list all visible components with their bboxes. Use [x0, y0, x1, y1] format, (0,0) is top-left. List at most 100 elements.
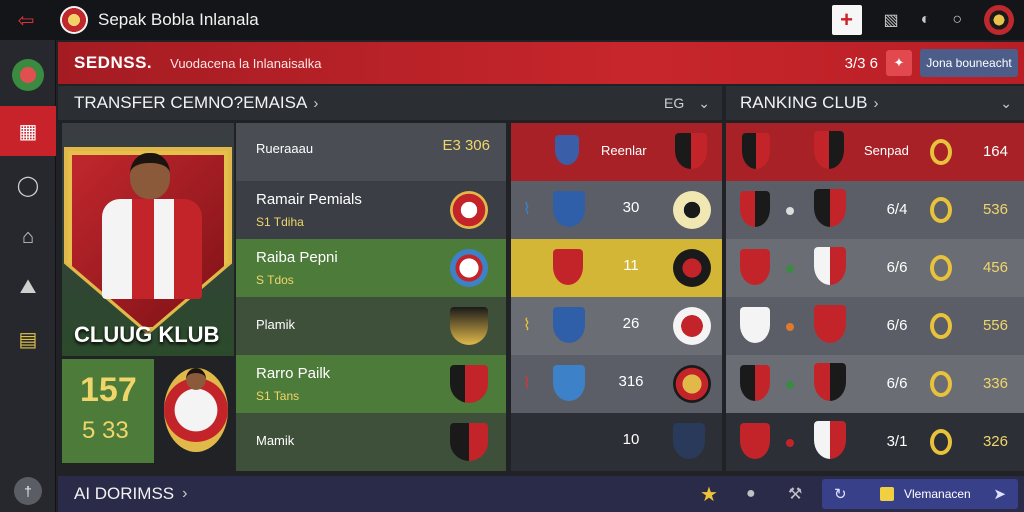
- match-score: 3/1: [886, 433, 908, 450]
- table-row[interactable]: 3/1 326: [726, 413, 1024, 471]
- banner-subtitle: Vuodacena la Inlanaisalka: [170, 55, 322, 71]
- table-row[interactable]: 6/6 456: [726, 239, 1024, 297]
- score-value: 10: [622, 431, 640, 448]
- player-sub: S1 Tans: [256, 389, 300, 403]
- table-header-row: Reenlar: [511, 123, 722, 181]
- list-item[interactable]: Ramair Pemials S1 Tdiha: [236, 181, 506, 239]
- star-icon[interactable]: ★: [700, 482, 718, 507]
- player-name: Mamik: [256, 433, 295, 448]
- player-name: Plamik: [256, 317, 296, 332]
- points-value: 336: [982, 375, 1008, 392]
- player-name: Rueraaau: [256, 141, 314, 156]
- info-icon[interactable]: ○: [952, 11, 962, 29]
- list-item[interactable]: Rueraaau E3 306: [236, 123, 506, 181]
- status-dot: [786, 439, 794, 447]
- table-row[interactable]: ⌇ 316: [511, 355, 722, 413]
- panel-label: Vlemanacen: [904, 487, 971, 501]
- medal-icon: [930, 197, 952, 223]
- status-dot: [786, 323, 794, 331]
- medal-icon: [930, 313, 952, 339]
- club-crest-icon: [675, 133, 707, 169]
- sound-icon[interactable]: ◐: [921, 11, 931, 29]
- points-value: 164: [982, 143, 1008, 160]
- chevron-down-icon[interactable]: ⌄: [1000, 95, 1012, 112]
- table-row[interactable]: ⌇ 26: [511, 297, 722, 355]
- transfer-title: TRANSFER CEMNO?EMAISA: [74, 93, 308, 112]
- add-button[interactable]: +: [831, 5, 862, 35]
- club-crest-icon: [450, 249, 488, 287]
- status-dot: [786, 265, 794, 273]
- club-crest-icon: [673, 307, 711, 345]
- mini-player-portrait[interactable]: [162, 362, 230, 458]
- list-item[interactable]: Raiba Pepni S Tdos: [236, 239, 506, 297]
- medal-icon: [930, 371, 952, 397]
- column-header: Senpad: [864, 143, 909, 158]
- stadium-icon[interactable]: ⛰: [0, 262, 56, 312]
- table-row[interactable]: 6/6 556: [726, 297, 1024, 355]
- list-item[interactable]: Mamik: [236, 413, 506, 471]
- club-crest-icon: [450, 191, 488, 229]
- filter-icon[interactable]: EG: [664, 95, 684, 112]
- chevron-right-icon: ›: [313, 94, 319, 112]
- trend-icon: ⌇: [523, 375, 531, 392]
- table-header-row: Senpad 164: [726, 123, 1024, 181]
- trend-icon: ⌇: [523, 201, 531, 218]
- banner-title: SEDNSS.: [74, 53, 153, 72]
- transfer-header[interactable]: TRANSFER CEMNO?EMAISA › EG ⌄: [58, 86, 722, 120]
- club-badge-icon[interactable]: [984, 5, 1014, 35]
- player-portrait: [96, 149, 206, 315]
- banner-value: 3/3 6: [844, 54, 878, 72]
- club-crest-icon: [673, 249, 711, 287]
- match-score: 6/4: [886, 201, 908, 218]
- player-name: Rarro Pailk: [256, 365, 331, 382]
- sidebar: ▦ ◯ ⌂ ⛰ ▤ †: [0, 40, 56, 512]
- table-row[interactable]: 6/6 336: [726, 355, 1024, 413]
- player-name: Ramair Pemials: [256, 191, 362, 208]
- promo-banner: SEDNSS. Vuodacena la Inlanaisalka 3/3 6 …: [58, 42, 1024, 84]
- action-panel[interactable]: ↻ Vlemanacen ➤: [822, 479, 1018, 509]
- chat-icon[interactable]: ◯: [0, 160, 56, 210]
- table-row[interactable]: 6/4 536: [726, 181, 1024, 239]
- search-icon[interactable]: ●: [746, 485, 756, 503]
- featured-player-card[interactable]: CLUUG KLUB: [62, 123, 234, 356]
- banner-button[interactable]: Jona bouneacht: [920, 49, 1018, 77]
- help-icon[interactable]: †: [0, 466, 56, 512]
- send-icon[interactable]: ➤: [993, 485, 1006, 503]
- club-crest-icon: [450, 365, 488, 403]
- tools-icon[interactable]: ⚒: [788, 484, 802, 504]
- club-logo-icon[interactable]: [0, 50, 56, 100]
- score-value: 316: [618, 373, 644, 390]
- tactics-icon[interactable]: ▤: [0, 314, 56, 364]
- club-crest-icon: [740, 307, 770, 343]
- app-logo: [60, 6, 88, 34]
- grid-icon[interactable]: ▦: [0, 106, 56, 156]
- club-crest-icon: [553, 249, 583, 285]
- score-value: 26: [622, 315, 640, 332]
- back-arrow-icon[interactable]: ⇦: [0, 0, 52, 40]
- list-item[interactable]: Rarro Pailk S1 Tans: [236, 355, 506, 413]
- match-score: 6/6: [886, 375, 908, 392]
- chevron-right-icon: ›: [873, 94, 879, 112]
- refresh-icon[interactable]: ↻: [834, 485, 847, 503]
- coin-icon: [880, 487, 894, 501]
- player-name: Raiba Pepni: [256, 249, 338, 266]
- player-sub: S1 Tdiha: [256, 215, 304, 229]
- home-icon[interactable]: ⌂: [0, 212, 56, 262]
- shirt-icon[interactable]: ▧: [884, 10, 899, 30]
- points-value: 456: [982, 259, 1008, 276]
- coin-icon[interactable]: ✦: [886, 50, 912, 76]
- table-row[interactable]: ⌇ 30: [511, 181, 722, 239]
- chevron-down-icon[interactable]: ⌄: [698, 95, 710, 112]
- stat-rating: 157: [80, 371, 137, 409]
- table-row[interactable]: 11: [511, 239, 722, 297]
- column-header: Reenlar: [601, 143, 647, 158]
- ranking-header[interactable]: RANKING CLUB › ⌄: [726, 86, 1024, 120]
- medal-icon: [930, 139, 952, 165]
- bottom-section-label[interactable]: AI DORIMSS: [74, 484, 174, 504]
- score-value: 11: [623, 257, 639, 274]
- app-title: Sepak Bobla Inlanala: [98, 10, 259, 29]
- player-stats-card: 157 5 33: [62, 359, 154, 463]
- list-item[interactable]: Plamik: [236, 297, 506, 355]
- table-row[interactable]: 10: [511, 413, 722, 471]
- club-crest-icon: [673, 365, 711, 403]
